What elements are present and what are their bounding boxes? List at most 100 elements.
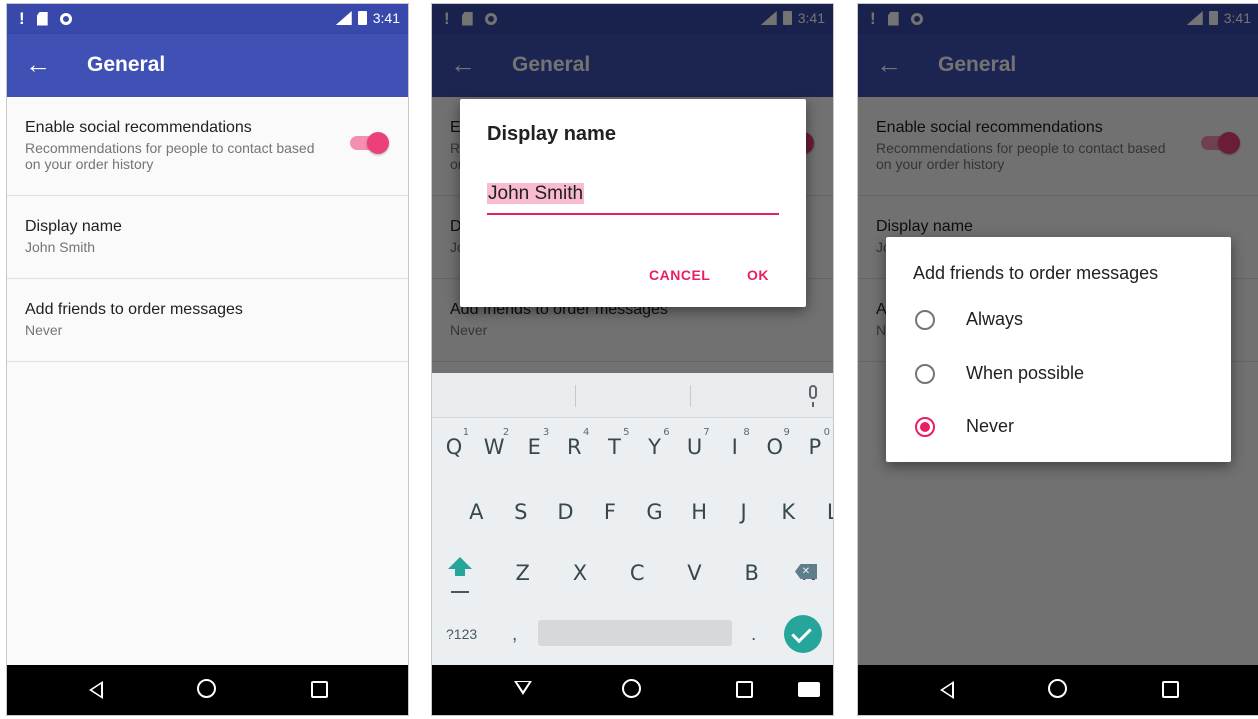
key-label: Y xyxy=(648,435,661,459)
key-label: I xyxy=(731,435,738,459)
key-label: K xyxy=(781,500,796,524)
cancel-button[interactable]: CANCEL xyxy=(649,267,710,283)
status-bar: ! 3:41 xyxy=(7,4,408,34)
key-label: F xyxy=(603,500,617,524)
done-key[interactable] xyxy=(784,615,822,653)
key-p[interactable]: P0 xyxy=(795,427,833,459)
key-a[interactable]: A xyxy=(454,500,499,524)
key-i[interactable]: I8 xyxy=(715,427,755,459)
key-v[interactable]: V xyxy=(666,561,723,585)
radio-label: When possible xyxy=(966,363,1085,383)
chat-icon xyxy=(59,12,72,25)
key-label: W xyxy=(483,435,505,459)
key-t[interactable]: T5 xyxy=(594,427,634,459)
microphone-icon[interactable] xyxy=(809,385,817,407)
key-label: Q xyxy=(445,435,463,459)
ok-button[interactable]: OK xyxy=(747,267,769,283)
key-hint: 0 xyxy=(823,427,830,438)
suggestion-divider xyxy=(575,385,576,407)
nav-recents-icon[interactable] xyxy=(311,681,328,698)
phone-screen-name-dialog: ! 3:41 ← General Enable social recommend… xyxy=(431,3,834,716)
key-hint: 8 xyxy=(743,427,750,438)
radio-option-when-possible[interactable]: When possible xyxy=(915,363,1084,384)
nav-home-icon[interactable] xyxy=(197,679,216,698)
key-label: V xyxy=(687,561,702,585)
radio-label: Never xyxy=(966,416,1015,436)
comma-key[interactable]: , xyxy=(512,624,517,646)
key-u[interactable]: U7 xyxy=(675,427,715,459)
soft-keyboard: Q1W2E3R4T5Y6U7I8O9P0 ASDFGHJKL ZXCVBNM ✕… xyxy=(432,373,833,668)
key-x[interactable]: X xyxy=(551,561,608,585)
selected-text: John Smith xyxy=(487,183,585,204)
key-hint: 5 xyxy=(623,427,630,438)
key-label: A xyxy=(469,500,484,524)
key-b[interactable]: B xyxy=(723,561,780,585)
key-e[interactable]: E3 xyxy=(514,427,554,459)
key-f[interactable]: F xyxy=(588,500,633,524)
period-key[interactable]: . xyxy=(751,624,756,646)
key-hint: 7 xyxy=(703,427,710,438)
key-label: J xyxy=(740,500,747,524)
key-h[interactable]: H xyxy=(677,500,722,524)
key-l[interactable]: L xyxy=(811,500,833,524)
battery-icon xyxy=(357,11,367,25)
radio-option-always[interactable]: Always xyxy=(915,309,1023,330)
pref-summary: Recommendations for people to contact ba… xyxy=(25,140,315,172)
pref-social-recommendations[interactable]: Enable social recommendations Recommenda… xyxy=(7,97,408,196)
display-name-input[interactable]: John Smith xyxy=(487,183,779,215)
key-w[interactable]: W2 xyxy=(474,427,514,459)
nav-back-icon[interactable] xyxy=(89,681,103,699)
display-name-dialog: Display name John Smith CANCEL OK xyxy=(460,99,806,307)
radio-option-never[interactable]: Never xyxy=(915,416,1014,437)
social-toggle[interactable] xyxy=(350,132,389,154)
status-time: 3:41 xyxy=(372,10,400,26)
key-r[interactable]: R4 xyxy=(554,427,594,459)
key-s[interactable]: S xyxy=(499,500,544,524)
key-hint: 6 xyxy=(663,427,670,438)
space-key[interactable] xyxy=(538,620,732,646)
nav-bar xyxy=(7,665,408,715)
shift-indicator xyxy=(451,591,469,593)
suggestion-bar xyxy=(432,373,833,418)
key-k[interactable]: K xyxy=(766,500,811,524)
radio-button[interactable] xyxy=(915,309,935,330)
key-label: R xyxy=(567,435,582,459)
back-arrow-icon[interactable]: ← xyxy=(25,49,51,79)
key-label: D xyxy=(557,500,574,524)
pref-title: Enable social recommendations xyxy=(25,119,252,136)
key-z[interactable]: Z xyxy=(494,561,551,585)
nav-home-icon[interactable] xyxy=(622,679,641,698)
suggestion-divider xyxy=(690,385,691,407)
key-hint: 1 xyxy=(462,427,470,438)
radio-button[interactable] xyxy=(915,363,935,384)
nav-hide-keyboard-icon[interactable] xyxy=(514,681,532,695)
key-q[interactable]: Q1 xyxy=(434,427,474,459)
pref-title: Display name xyxy=(25,218,122,235)
key-hint: 4 xyxy=(583,427,590,438)
dialog-title: Add friends to order messages xyxy=(913,263,1159,283)
key-hint: 3 xyxy=(542,427,550,438)
nav-back-icon[interactable] xyxy=(940,681,954,699)
nav-recents-icon[interactable] xyxy=(1162,681,1179,698)
key-y[interactable]: Y6 xyxy=(634,427,674,459)
pref-add-friends[interactable]: Add friends to order messages Never xyxy=(7,279,408,362)
key-o[interactable]: O9 xyxy=(755,427,795,459)
radio-button-selected[interactable] xyxy=(915,416,935,437)
nav-recents-icon[interactable] xyxy=(736,681,753,698)
toggle-thumb xyxy=(367,132,389,154)
check-icon xyxy=(791,622,812,644)
symbols-key[interactable]: ?123 xyxy=(446,626,477,642)
key-c[interactable]: C xyxy=(609,561,666,585)
key-g[interactable]: G xyxy=(632,500,677,524)
key-label: X xyxy=(572,561,588,585)
pref-summary: John Smith xyxy=(25,239,96,255)
key-d[interactable]: D xyxy=(543,500,588,524)
key-row-1: Q1W2E3R4T5Y6U7I8O9P0 xyxy=(432,427,833,459)
keyboard-switch-icon[interactable] xyxy=(798,682,820,697)
nav-home-icon[interactable] xyxy=(1048,679,1067,698)
key-j[interactable]: J xyxy=(721,500,766,524)
shift-icon[interactable] xyxy=(448,557,472,576)
key-label: S xyxy=(514,500,528,524)
pref-display-name[interactable]: Display name John Smith xyxy=(7,196,408,279)
settings-list: Enable social recommendations Recommenda… xyxy=(7,97,408,669)
